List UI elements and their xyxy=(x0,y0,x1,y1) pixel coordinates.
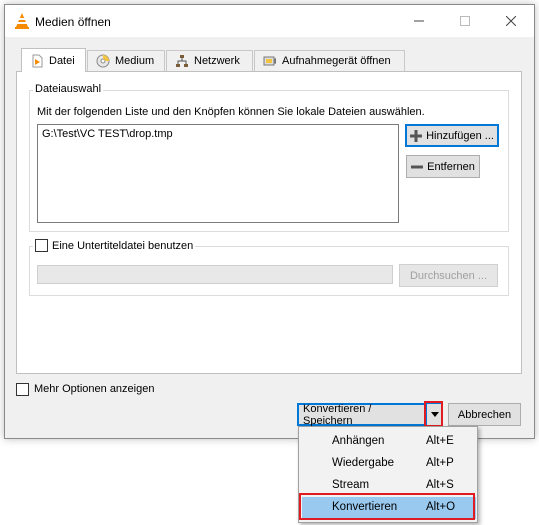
close-button[interactable] xyxy=(488,5,534,37)
file-selection-description: Mit der folgenden Liste und den Knöpfen … xyxy=(37,106,425,118)
tab-label: Medium xyxy=(115,55,155,67)
tab-aufnahmegeraet[interactable]: Aufnahmegerät öffnen xyxy=(254,50,405,71)
subtitle-checkbox-label: Eine Untertiteldatei benutzen xyxy=(52,239,194,252)
menu-item-wiedergabe[interactable]: Wiedergabe Alt+P xyxy=(302,453,476,475)
menu-item-anhaengen[interactable]: Anhängen Alt+E xyxy=(302,431,476,453)
tab-label: Aufnahmegerät öffnen xyxy=(282,55,391,67)
more-options-label: Mehr Optionen anzeigen xyxy=(34,383,155,395)
capture-device-icon xyxy=(263,56,276,66)
convert-save-button[interactable]: Konvertieren / Speichern xyxy=(297,403,426,427)
close-icon xyxy=(506,16,516,26)
tab-netzwerk[interactable]: Netzwerk xyxy=(166,50,253,71)
disc-icon xyxy=(96,54,110,68)
menu-item-stream[interactable]: Stream Alt+S xyxy=(302,475,476,497)
browse-button[interactable]: Durchsuchen ... xyxy=(399,264,498,287)
window-title: Medien öffnen xyxy=(35,15,111,29)
tab-label: Netzwerk xyxy=(194,55,240,67)
add-file-button[interactable]: Hinzufügen ... xyxy=(405,124,499,147)
dropdown-arrow-button[interactable] xyxy=(426,403,443,426)
subtitle-checkbox[interactable] xyxy=(35,239,48,252)
remove-file-button[interactable]: Entfernen xyxy=(406,155,480,178)
minimize-button[interactable] xyxy=(396,5,442,37)
tab-medium[interactable]: Medium xyxy=(87,50,165,71)
convert-dropdown-menu: Anhängen Alt+E Wiedergabe Alt+P Stream A… xyxy=(298,426,478,523)
vlc-cone-icon xyxy=(15,13,29,29)
tab-label: Datei xyxy=(49,54,75,67)
maximize-button[interactable] xyxy=(442,5,488,37)
title-bar: Medien öffnen xyxy=(5,5,534,37)
network-icon xyxy=(176,55,188,67)
cancel-button[interactable]: Abbrechen xyxy=(448,403,521,426)
chevron-down-icon xyxy=(430,412,439,417)
subtitle-legend: Eine Untertiteldatei benutzen xyxy=(33,239,196,252)
maximize-icon xyxy=(460,16,470,26)
minus-icon xyxy=(411,165,424,168)
file-icon xyxy=(32,54,43,67)
plus-icon xyxy=(410,129,423,142)
file-list[interactable]: G:\Test\VC TEST\drop.tmp xyxy=(37,124,399,223)
file-selection-legend: Dateiauswahl xyxy=(33,83,104,95)
tab-datei[interactable]: Datei xyxy=(21,48,86,72)
minimize-icon xyxy=(414,20,424,22)
subtitle-file-field[interactable] xyxy=(37,265,393,284)
menu-item-konvertieren[interactable]: Konvertieren Alt+O xyxy=(302,497,476,519)
more-options-checkbox[interactable] xyxy=(16,383,29,396)
list-item[interactable]: G:\Test\VC TEST\drop.tmp xyxy=(42,128,394,140)
